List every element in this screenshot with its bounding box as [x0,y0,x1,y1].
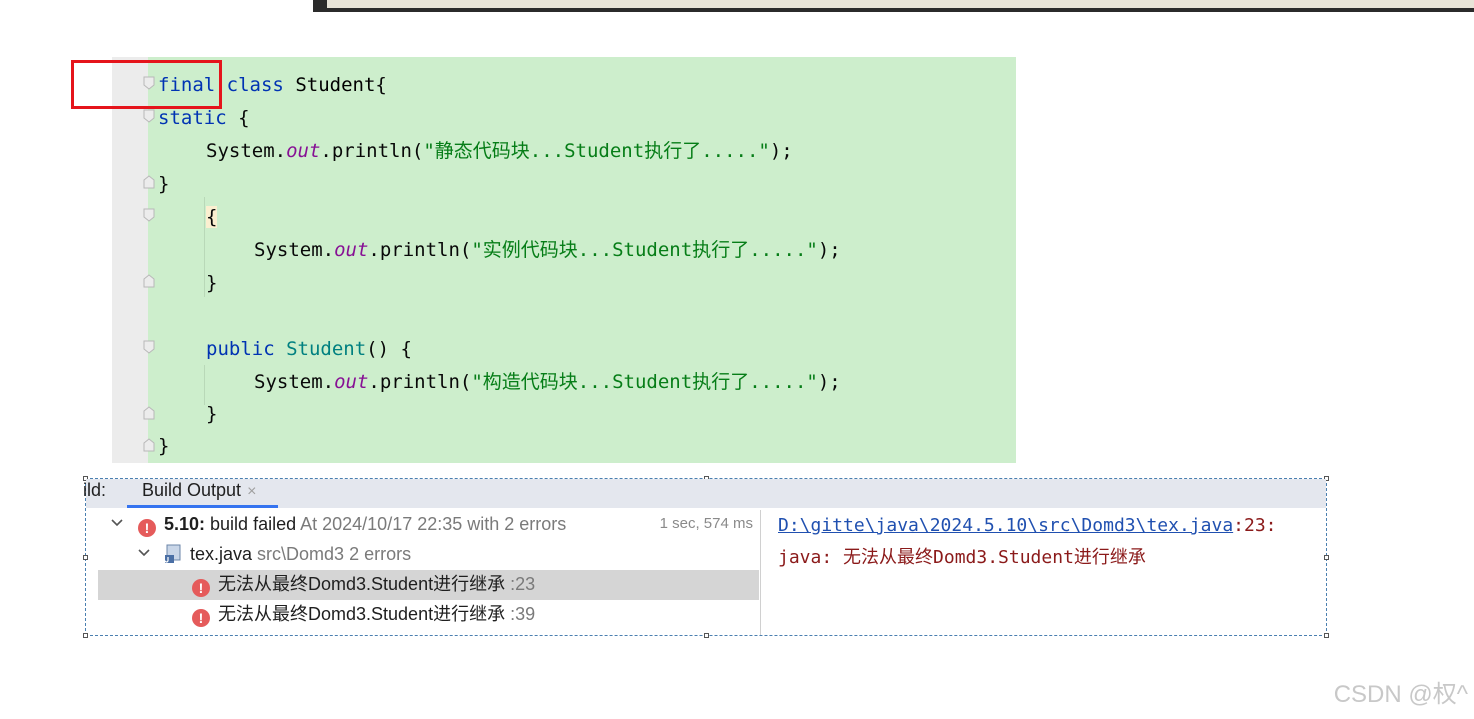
highlight-annotation-box [71,60,222,109]
top-window-strip [313,0,1474,12]
keyword-static: static [158,107,227,129]
resize-handle[interactable] [83,555,88,560]
fold-marker-icon[interactable] [143,340,155,354]
code-text: .println( [368,371,472,393]
class-name: Student [295,74,376,96]
build-output-panel: ild: Build Output × ! 5.10: build failed A… [83,476,1329,638]
file-row[interactable]: tex.java src\Domd3 2 errors [98,540,759,570]
build-duration: 1 sec, 574 ms [659,515,753,532]
brace: } [158,173,170,195]
code-line-2: static { [158,106,250,130]
code-line-8: public Student() { [206,337,412,361]
chevron-down-icon[interactable] [111,519,123,527]
error-line: :39 [505,604,536,624]
code-line-3: System.out.println("静态代码块...Student执行了..… [206,139,793,163]
error-message: 无法从最终Domd3.Student进行继承 [218,604,506,624]
code-editor[interactable]: final class Student{ static { System.out… [112,57,1016,463]
constructor-name: Student [286,338,367,360]
code-text: .println( [320,140,424,162]
code-line-6: System.out.println("实例代码块...Student执行了..… [254,238,841,262]
keyword-public: public [206,338,275,360]
string-literal: "构造代码块...Student执行了....." [471,371,818,393]
build-detail: At 2024/10/17 22:35 with 2 errors [296,514,567,534]
code-line-4: } [158,172,169,196]
active-tab-indicator [127,505,278,508]
build-tab-bar: ild: Build Output × [83,479,1326,508]
brace: } [158,435,170,457]
error-line: :23 [505,574,536,594]
top-window-content [327,0,1474,8]
build-tab-prefix: ild: [83,480,107,500]
fold-end-icon[interactable] [143,438,155,452]
error-detail-message: java: 无法从最终Domd3.Student进行继承 [778,547,1146,568]
code-line-7: } [206,271,217,295]
keyword-class: class [226,74,284,96]
code-text: System. [254,371,335,393]
chevron-down-icon[interactable] [138,549,150,557]
code-text: System. [206,140,287,162]
brace: } [206,272,218,294]
field-out: out [334,239,369,261]
fold-marker-icon[interactable] [143,109,155,123]
error-icon: ! [192,579,210,597]
code-text: System. [254,239,335,261]
indent-guide [204,197,205,297]
highlighted-brace: { [206,206,218,228]
resize-handle[interactable] [83,633,88,638]
fold-end-icon[interactable] [143,274,155,288]
code-text: () { [366,338,412,360]
fold-end-icon[interactable] [143,175,155,189]
code-text: .println( [368,239,472,261]
resize-handle[interactable] [1324,633,1329,638]
java-file-icon [164,544,181,563]
error-row[interactable]: ! 无法从最终Domd3.Student进行继承 :23 [98,570,759,600]
watermark: CSDN @权^ [1333,681,1468,708]
close-icon[interactable]: × [247,483,256,500]
tab-build-output[interactable]: Build Output × [127,479,278,508]
file-detail: src\Domd3 2 errors [252,544,412,564]
brace: { [375,74,387,96]
file-name: tex.java [190,544,253,564]
code-line-5: { [206,205,218,229]
build-status: build failed [205,514,297,534]
error-message: 无法从最终Domd3.Student进行继承 [218,574,506,594]
error-row[interactable]: ! 无法从最终Domd3.Student进行继承 :39 [98,600,759,630]
string-literal: "实例代码块...Student执行了....." [471,239,818,261]
tab-label: Build Output [142,480,242,500]
string-literal: "静态代码块...Student执行了....." [423,140,770,162]
code-line-11: } [158,434,169,458]
error-location: :23: [1233,515,1277,536]
build-version: 5.10: [164,514,206,534]
brace: { [238,107,250,129]
fold-end-icon[interactable] [143,406,155,420]
brace: } [206,403,218,425]
code-text: ); [769,140,793,162]
fold-marker-icon[interactable] [143,208,155,222]
error-icon: ! [138,519,156,537]
code-line-9: System.out.println("构造代码块...Student执行了..… [254,370,841,394]
indent-guide [204,365,205,405]
build-result-row[interactable]: ! 5.10: build failed At 2024/10/17 22:35 … [98,510,759,540]
code-text: ); [817,239,841,261]
code-text: ); [817,371,841,393]
field-out: out [334,371,369,393]
code-line-10: } [206,402,217,426]
error-file-link[interactable]: D:\gitte\java\2024.5.10\src\Domd3\tex.ja… [778,515,1233,536]
build-detail-pane: D:\gitte\java\2024.5.10\src\Domd3\tex.ja… [778,513,1326,633]
field-out: out [286,140,321,162]
build-tree: ! 5.10: build failed At 2024/10/17 22:35 … [98,510,761,635]
error-icon: ! [192,609,210,627]
